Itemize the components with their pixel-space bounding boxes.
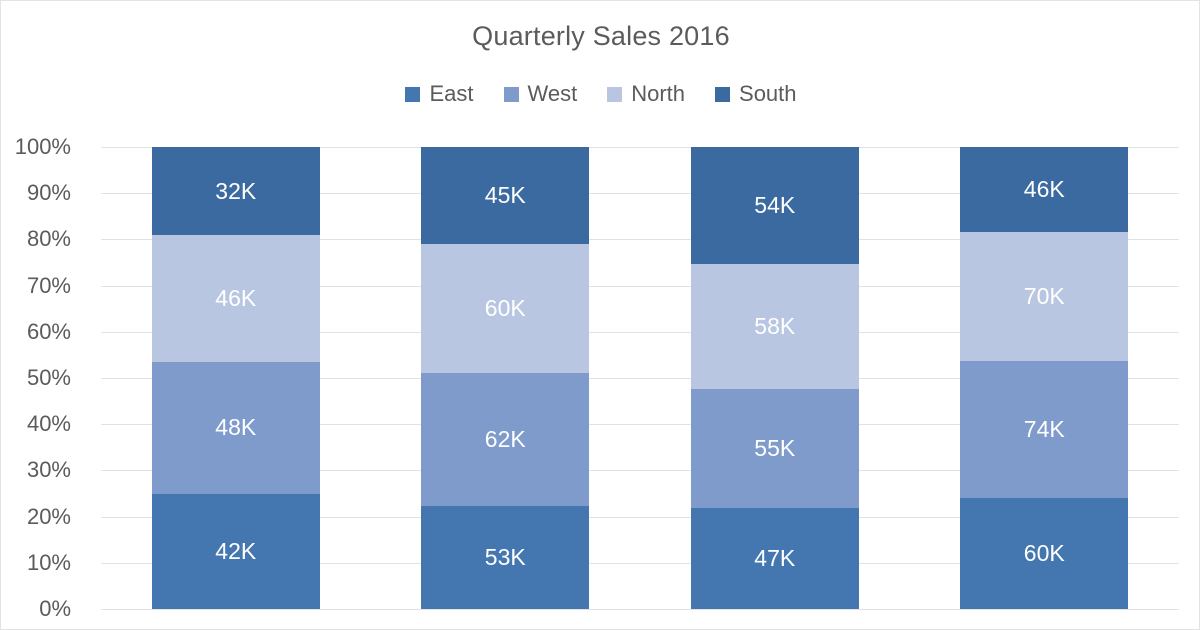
y-axis-tick-label: 20% xyxy=(26,503,71,529)
bar-segment-value-label: 46K xyxy=(1023,176,1065,203)
bar-segment-west[interactable]: 55K xyxy=(690,388,859,508)
bar-segment-west[interactable]: 74K xyxy=(960,361,1129,499)
gridline xyxy=(101,609,1179,610)
bar-segment-north[interactable]: 60K xyxy=(421,243,590,373)
bar-segment-value-label: 54K xyxy=(754,191,796,218)
bar-segment-value-label: 62K xyxy=(484,425,526,452)
y-axis-tick-label: 70% xyxy=(26,272,71,298)
legend-label: South xyxy=(739,81,797,106)
bar-segment-south[interactable]: 54K xyxy=(690,147,859,264)
bar-group[interactable]: 60K 74K 70K 46K xyxy=(960,147,1129,609)
bar-group[interactable]: 42K 48K 46K 32K xyxy=(151,147,320,609)
y-axis-tick-label: 100% xyxy=(14,134,71,159)
y-axis-tick-label: 40% xyxy=(26,411,71,437)
bar-segment-value-label: 58K xyxy=(754,312,796,339)
bar-group[interactable]: 47K 55K 58K 54K xyxy=(690,147,859,609)
legend-swatch-icon xyxy=(503,86,519,102)
chart-legend: East West North South xyxy=(1,81,1199,106)
bar-group[interactable]: 53K 62K 60K 45K xyxy=(421,147,590,609)
chart-title: Quarterly Sales 2016 xyxy=(472,21,730,51)
legend-swatch-icon xyxy=(715,86,731,102)
y-axis-tick-label: 0% xyxy=(39,596,71,621)
y-axis-tick-label: 50% xyxy=(26,365,71,390)
bar-segment-south[interactable]: 46K xyxy=(960,147,1129,233)
legend-item-south[interactable]: South xyxy=(715,83,797,105)
legend-item-west[interactable]: West xyxy=(503,81,578,106)
legend-swatch-icon xyxy=(405,86,421,102)
bar-segment-value-label: 60K xyxy=(484,294,526,321)
legend-label: East xyxy=(429,81,474,106)
bar-segment-east[interactable]: 60K xyxy=(960,498,1129,609)
bar-segment-value-label: 48K xyxy=(215,414,257,440)
y-axis-tick-label: 60% xyxy=(26,318,71,344)
bar-segment-east[interactable]: 42K xyxy=(151,493,320,609)
y-axis-tick-label: 10% xyxy=(26,549,71,575)
plot-area: 100% 90% 80% 70% 60% 50% 40% 30% 20% 10% 0% 42K 48K… xyxy=(15,134,1179,621)
bar-segment-north[interactable]: 46K xyxy=(151,235,320,362)
bar-segment-east[interactable]: 47K xyxy=(690,507,859,609)
bar-segment-value-label: 70K xyxy=(1023,283,1065,310)
chart-canvas: Quarterly Sales 2016 East West North South … xyxy=(0,0,1200,630)
legend-item-east[interactable]: East xyxy=(405,81,474,106)
bars-layer: 42K 48K 46K 32K 53K 62K 60K 45K 47K 55K 58K 54K 60K 7… xyxy=(101,147,1179,609)
bar-segment-west[interactable]: 62K xyxy=(421,372,590,506)
bar-segment-value-label: 46K xyxy=(215,284,257,311)
y-axis-tick-label: 30% xyxy=(26,457,71,483)
bar-segment-value-label: 42K xyxy=(215,537,257,564)
legend-item-north[interactable]: North xyxy=(607,83,685,105)
bar-segment-east[interactable]: 53K xyxy=(421,505,590,609)
bar-segment-value-label: 74K xyxy=(1023,416,1065,443)
legend-swatch-icon xyxy=(607,86,623,102)
legend-label: West xyxy=(527,81,578,106)
legend-label: North xyxy=(631,81,686,106)
bar-segment-value-label: 55K xyxy=(754,434,796,461)
y-axis-tick-label: 80% xyxy=(26,226,71,252)
bar-segment-north[interactable]: 58K xyxy=(690,263,859,389)
bar-segment-south[interactable]: 32K xyxy=(151,147,320,235)
bar-segment-value-label: 47K xyxy=(754,544,796,571)
bar-segment-value-label: 60K xyxy=(1023,540,1065,567)
bar-segment-north[interactable]: 70K xyxy=(960,232,1129,362)
bar-segment-value-label: 45K xyxy=(484,181,526,208)
bar-segment-value-label: 32K xyxy=(215,177,257,204)
y-axis-tick-label: 90% xyxy=(26,180,71,206)
bar-segment-south[interactable]: 45K xyxy=(421,147,590,244)
bar-segment-value-label: 53K xyxy=(484,543,526,570)
bar-segment-west[interactable]: 48K xyxy=(151,361,320,494)
